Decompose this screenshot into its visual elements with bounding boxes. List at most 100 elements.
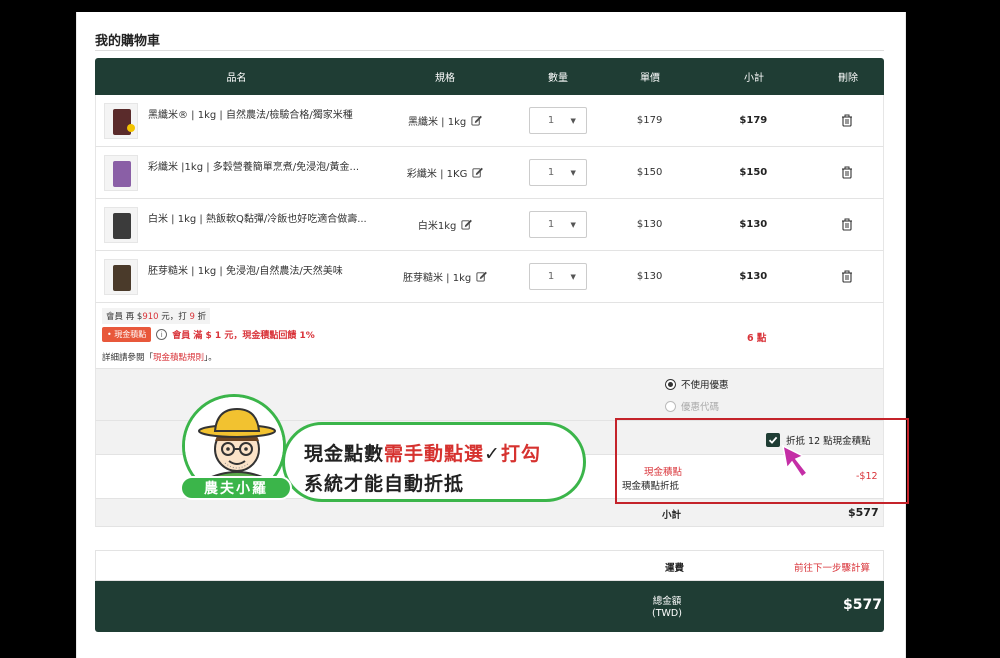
rules-link[interactable]: 現金積點規則: [153, 353, 204, 363]
unit-price: $130: [636, 219, 663, 230]
edit-icon[interactable]: [472, 167, 484, 178]
title-divider: [95, 50, 884, 51]
trash-icon[interactable]: [841, 114, 853, 127]
trash-icon[interactable]: [841, 270, 853, 283]
product-spec-text: 胚芽糙米 | 1kg: [403, 273, 472, 284]
radio-code[interactable]: [665, 400, 676, 412]
product-thumbnail[interactable]: [104, 155, 138, 191]
coupon-option-none-label: 不使用優惠: [681, 380, 729, 391]
total-row: 總金額 (TWD) $577: [95, 581, 884, 632]
chevron-down-icon: ▼: [570, 116, 576, 125]
highlight-box: [615, 418, 909, 504]
product-name[interactable]: 白米 | 1kg | 熱飯軟Q黏彈/冷飯也好吃適合做壽...: [148, 210, 367, 225]
mascot: 農夫小羅: [178, 394, 296, 502]
table-row: 白米 | 1kg | 熱飯軟Q黏彈/冷飯也好吃適合做壽... 白米1kg 1 ▼…: [95, 199, 884, 251]
product-spec-text: 彩纖米 | 1KG: [406, 169, 468, 180]
annotation-check: ✓: [484, 443, 501, 465]
page: 我的購物車 品名 規格 數量 單價 小計 刪除 黑纖米® | 1kg | 自然農…: [76, 12, 906, 658]
product-name[interactable]: 彩纖米 |1kg | 多穀營養簡單烹煮/免浸泡/黃金...: [148, 158, 359, 173]
header-qty: 數量: [548, 73, 568, 84]
product-cell: 白米 | 1kg | 熱飯軟Q黏彈/冷飯也好吃適合做壽...: [96, 199, 378, 250]
page-title: 我的購物車: [95, 34, 161, 49]
product-bag-image: [113, 161, 131, 187]
header-name: 品名: [226, 73, 247, 84]
header-spec: 規格: [435, 73, 455, 84]
points-promo: • 現金積點 i 會員 滿 $ 1 元，現金積點回饋 1%: [102, 327, 315, 342]
radio-none[interactable]: [665, 378, 676, 390]
product-spec[interactable]: 黑纖米 | 1kg: [378, 113, 512, 128]
shipping-row: 運費 前往下一步驟計算: [95, 550, 884, 581]
product-thumbnail[interactable]: [104, 259, 138, 295]
row-subtotal: $150: [739, 167, 768, 178]
chevron-down-icon: ▼: [570, 168, 576, 177]
member-note-suffix: 折: [194, 312, 207, 322]
qty-cell: 1 ▼: [512, 107, 604, 134]
header-subtotal: 小計: [744, 73, 764, 84]
annotation-line-2: 系統才能自動折抵: [304, 473, 465, 495]
coupon-option-none[interactable]: 不使用優惠: [665, 377, 729, 391]
points-promo-text: 會員 滿 $ 1 元，現金積點回饋 1%: [172, 331, 315, 341]
pointer-arrow-icon: [781, 444, 809, 479]
subtotal-label: 小計: [662, 510, 682, 521]
order-summary: 運費 前往下一步驟計算 總金額 (TWD) $577: [95, 550, 884, 632]
qty-cell: 1 ▼: [512, 263, 604, 290]
points-earned: 6 點: [747, 333, 767, 344]
annotation-line-1: 現金點數需手動點選✓打勾: [304, 439, 541, 466]
product-name[interactable]: 黑纖米® | 1kg | 自然農法/檢驗合格/獨家米種: [148, 106, 353, 121]
annotation-bubble: 現金點數需手動點選✓打勾 系統才能自動折抵: [282, 422, 586, 502]
trash-icon[interactable]: [841, 218, 853, 231]
annotation-text-a: 現金點數: [304, 443, 385, 465]
qty-cell: 1 ▼: [512, 159, 604, 186]
product-spec[interactable]: 胚芽糙米 | 1kg: [378, 269, 512, 284]
quantity-value: 1: [547, 271, 555, 282]
product-tag: [127, 124, 135, 132]
quantity-select[interactable]: 1 ▼: [528, 159, 587, 186]
quantity-value: 1: [547, 115, 555, 126]
subtotal-amount: $577: [848, 506, 879, 519]
product-spec-text: 黑纖米 | 1kg: [408, 117, 467, 128]
total-label: 總金額: [652, 596, 682, 607]
quantity-value: 1: [547, 219, 555, 230]
delete-cell: [811, 166, 883, 179]
product-spec[interactable]: 白米1kg: [378, 217, 512, 232]
delete-cell: [811, 270, 883, 283]
product-cell: 胚芽糙米 | 1kg | 免浸泡/自然農法/天然美味: [96, 251, 378, 302]
row-subtotal: $130: [739, 219, 768, 230]
annotation-text-c: 打勾: [500, 443, 541, 465]
unit-price: $150: [636, 167, 663, 178]
radio-dot: [668, 381, 673, 387]
chevron-down-icon: ▼: [570, 220, 576, 229]
member-note-amount: 910: [142, 312, 159, 322]
product-spec[interactable]: 彩纖米 | 1KG: [378, 165, 512, 180]
coupon-option-code[interactable]: 優惠代碼: [665, 399, 719, 413]
product-cell: 黑纖米® | 1kg | 自然農法/檢驗合格/獨家米種: [96, 95, 378, 146]
unit-price: $179: [636, 115, 663, 126]
total-currency: (TWD): [652, 608, 682, 619]
mascot-name: 農夫小羅: [180, 476, 292, 500]
row-subtotal: $179: [739, 115, 768, 126]
trash-icon[interactable]: [841, 166, 853, 179]
product-spec-text: 白米1kg: [417, 221, 457, 232]
page-inner: 我的購物車 品名 規格 數量 單價 小計 刪除 黑纖米® | 1kg | 自然農…: [76, 12, 906, 658]
quantity-select[interactable]: 1 ▼: [528, 263, 587, 290]
info-icon[interactable]: i: [156, 329, 168, 340]
member-discount-note: 會員 再 $910 元，打 9 折: [102, 308, 211, 324]
member-note-prefix: 會員 再 $: [106, 312, 143, 322]
edit-icon[interactable]: [471, 115, 483, 126]
edit-icon[interactable]: [476, 271, 488, 282]
quantity-select[interactable]: 1 ▼: [528, 211, 587, 238]
product-bag-image: [113, 265, 131, 291]
coupon-option-code-label: 優惠代碼: [681, 402, 720, 413]
header-price: 單價: [640, 73, 660, 84]
quantity-select[interactable]: 1 ▼: [528, 107, 587, 134]
product-thumbnail[interactable]: [104, 103, 138, 139]
product-thumbnail[interactable]: [104, 207, 138, 243]
product-name[interactable]: 胚芽糙米 | 1kg | 免浸泡/自然農法/天然美味: [148, 262, 343, 277]
member-note-mid: 元，打: [158, 312, 190, 322]
shipping-value: 前往下一步驟計算: [794, 563, 871, 574]
delete-cell: [811, 114, 883, 127]
edit-icon[interactable]: [461, 219, 473, 230]
table-header: 品名 規格 數量 單價 小計 刪除: [95, 58, 884, 95]
rules-suffix: 」。: [204, 353, 217, 363]
table-row: 胚芽糙米 | 1kg | 免浸泡/自然農法/天然美味 胚芽糙米 | 1kg 1 …: [95, 251, 884, 303]
